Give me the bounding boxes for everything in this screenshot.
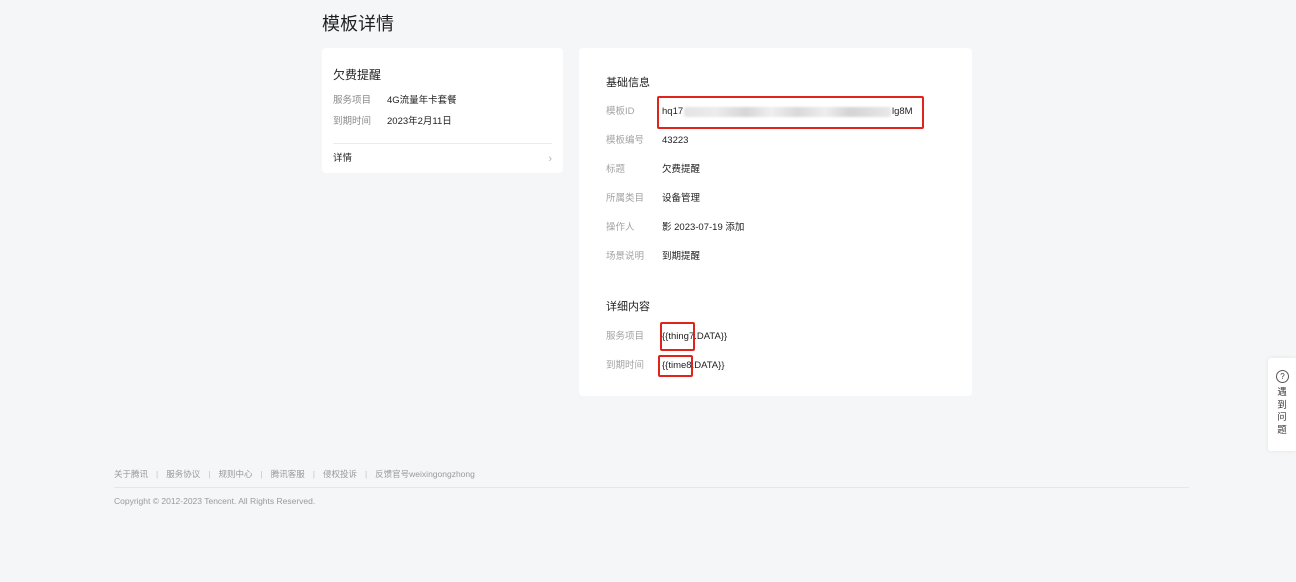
detail-row-service: 服务项目 {{thing7.DATA}}: [606, 330, 727, 344]
template-id-value: hq17 lg8M: [662, 105, 913, 119]
footer-separator: |: [364, 469, 368, 479]
preview-row-expiry: 到期时间 2023年2月11日: [333, 115, 452, 129]
info-value: 43223: [662, 135, 689, 146]
footer-separator: |: [156, 469, 159, 479]
info-label: 操作人: [606, 222, 635, 233]
info-value: 影 2023-07-19 添加: [662, 222, 745, 233]
info-label: 模板ID: [606, 106, 635, 117]
info-row-category: 所属类目 设备管理: [606, 192, 700, 206]
info-row-scene: 场景说明 到期提醒: [606, 250, 700, 264]
footer-link-infringement[interactable]: 侵权投诉: [323, 468, 357, 480]
preview-row-value: 4G流量年卡套餐: [387, 95, 457, 106]
help-button[interactable]: ? 遇到问题: [1268, 358, 1296, 451]
redacted-blur: [684, 107, 891, 117]
footer-link-rules[interactable]: 规则中心: [218, 468, 252, 480]
detail-row-expiry: 到期时间 {{time8.DATA}}: [606, 359, 725, 373]
info-row-operator: 操作人 影 2023-07-19 添加: [606, 221, 744, 235]
footer-link-service-agreement[interactable]: 服务协议: [166, 468, 200, 480]
info-label: 模板编号: [606, 135, 645, 146]
info-value: {{thing7.DATA}}: [662, 331, 728, 342]
info-label: 服务项目: [606, 331, 645, 342]
footer-link-feedback[interactable]: 反馈官号weixingongzhong: [375, 468, 475, 480]
info-value: 到期提醒: [662, 251, 701, 262]
footer-separator: |: [312, 469, 315, 479]
copyright: Copyright © 2012-2023 Tencent. All Right…: [114, 496, 316, 506]
info-value: 欠费提醒: [662, 164, 701, 175]
detail-content-title: 详细内容: [606, 301, 650, 313]
info-label: 到期时间: [606, 360, 645, 371]
footer-link-support[interactable]: 腾讯客服: [271, 468, 305, 480]
preview-detail-link[interactable]: 详情 ›: [333, 151, 552, 167]
message-preview-card: 欠费提醒 服务项目 4G流量年卡套餐 到期时间 2023年2月11日 详情 ›: [322, 48, 563, 173]
info-row-title: 标题 欠费提醒: [606, 163, 700, 177]
preview-divider: [333, 143, 552, 144]
info-label: 场景说明: [606, 251, 645, 262]
footer-divider: [114, 487, 1189, 488]
footer-separator: |: [208, 469, 211, 479]
info-label: 标题: [606, 164, 626, 175]
preview-detail-label: 详情: [333, 153, 353, 164]
info-row-template-number: 模板编号 43223: [606, 134, 688, 148]
info-label: 所属类目: [606, 193, 645, 204]
template-info-card: 基础信息 模板ID hq17 lg8M 模板编号 43223 标题 欠费提醒 所…: [579, 48, 972, 396]
help-label: 遇到问题: [1277, 387, 1287, 436]
preview-row-label: 到期时间: [333, 116, 372, 127]
info-row-template-id: 模板ID hq17 lg8M: [606, 105, 913, 119]
preview-row-service: 服务项目 4G流量年卡套餐: [333, 94, 457, 108]
preview-row-label: 服务项目: [333, 95, 372, 106]
basic-info-title: 基础信息: [606, 77, 650, 89]
chevron-right-icon: ›: [548, 153, 552, 165]
footer-links: 关于腾讯 | 服务协议 | 规则中心 | 腾讯客服 | 侵权投诉 | 反馈官号w…: [114, 468, 475, 480]
info-value: {{time8.DATA}}: [662, 360, 725, 371]
preview-title: 欠费提醒: [333, 68, 382, 82]
footer-separator: |: [260, 469, 263, 479]
question-circle-icon: ?: [1276, 370, 1289, 383]
info-value: 设备管理: [662, 193, 701, 204]
template-id-suffix: lg8M: [892, 106, 913, 117]
footer-link-about[interactable]: 关于腾讯: [114, 468, 148, 480]
preview-row-value: 2023年2月11日: [387, 116, 452, 127]
template-id-prefix: hq17: [662, 106, 684, 117]
page-title: 模板详情: [322, 14, 394, 34]
